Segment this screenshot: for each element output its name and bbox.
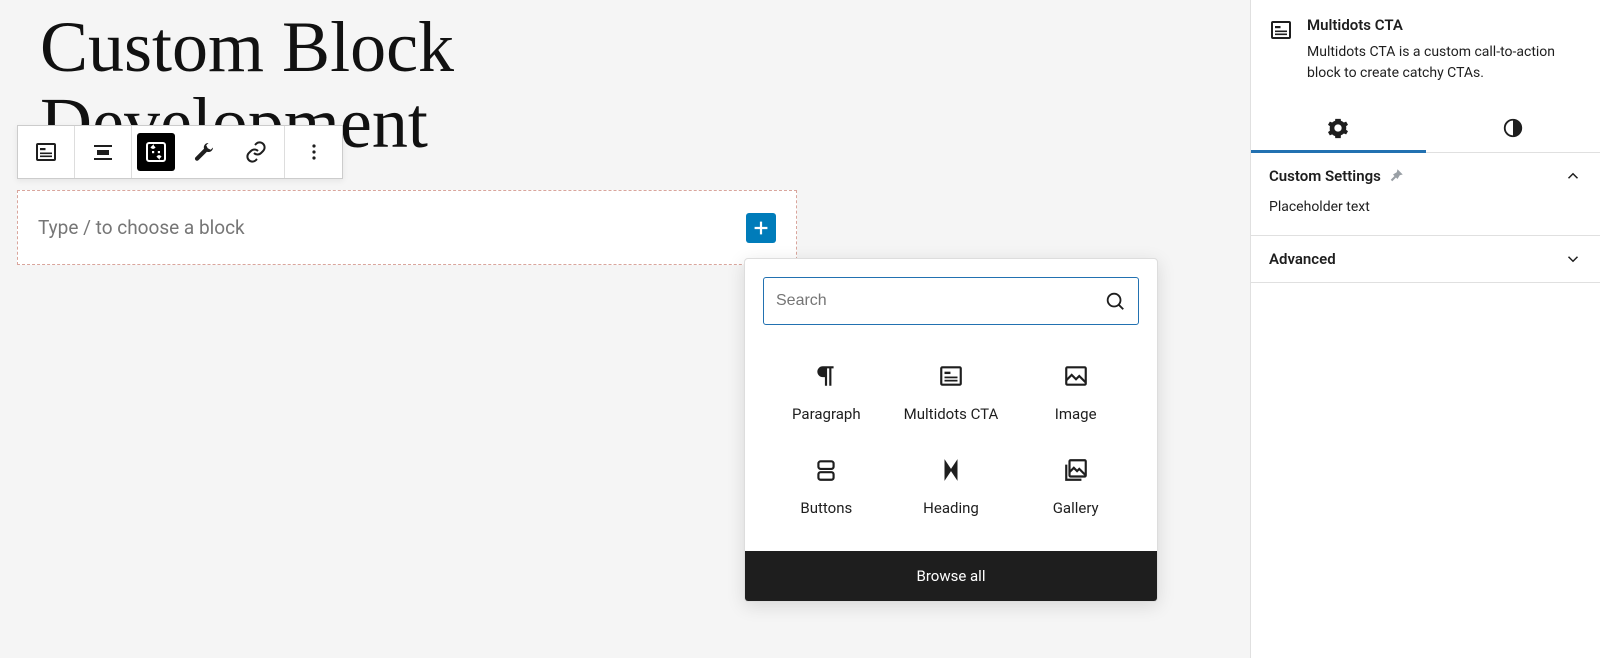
buttons-icon bbox=[813, 457, 839, 483]
inserter-grid: Paragraph Multidots CTA Image Buttons He… bbox=[745, 343, 1157, 551]
block-label: Buttons bbox=[800, 499, 852, 517]
heading-icon bbox=[938, 457, 964, 483]
block-label: Image bbox=[1055, 405, 1097, 423]
image-icon bbox=[1063, 363, 1089, 389]
cta-icon bbox=[1269, 18, 1293, 42]
block-item-heading[interactable]: Heading bbox=[894, 457, 1009, 517]
add-block-button[interactable] bbox=[746, 213, 776, 243]
pin-icon bbox=[1387, 167, 1405, 185]
block-item-paragraph[interactable]: Paragraph bbox=[769, 363, 884, 423]
plus-icon bbox=[750, 217, 772, 239]
align-icon bbox=[91, 140, 115, 164]
field-placeholder-text-label: Placeholder text bbox=[1269, 199, 1582, 215]
block-label: Multidots CTA bbox=[904, 405, 999, 423]
contrast-icon bbox=[1502, 117, 1524, 139]
block-type-icon bbox=[34, 140, 58, 164]
block-item-multidots-cta[interactable]: Multidots CTA bbox=[894, 363, 1009, 423]
panel-title-text: Custom Settings bbox=[1269, 167, 1381, 185]
block-toolbar bbox=[17, 125, 343, 179]
more-icon bbox=[302, 140, 326, 164]
chevron-up-icon bbox=[1564, 167, 1582, 185]
toolbar-move[interactable] bbox=[132, 126, 180, 178]
sidebar-block-header: Multidots CTA Multidots CTA is a custom … bbox=[1251, 0, 1600, 94]
inserter-search[interactable] bbox=[763, 277, 1139, 325]
settings-sidebar: Multidots CTA Multidots CTA is a custom … bbox=[1250, 0, 1600, 658]
block-item-image[interactable]: Image bbox=[1018, 363, 1133, 423]
toolbar-link[interactable] bbox=[228, 126, 285, 178]
gear-icon bbox=[1327, 117, 1349, 139]
link-icon bbox=[244, 140, 268, 164]
panel-title-text: Advanced bbox=[1269, 250, 1336, 268]
toolbar-block-type[interactable] bbox=[18, 126, 75, 178]
block-item-buttons[interactable]: Buttons bbox=[769, 457, 884, 517]
cta-icon bbox=[938, 363, 964, 389]
paragraph-icon bbox=[813, 363, 839, 389]
tab-settings[interactable] bbox=[1251, 104, 1426, 152]
editor-canvas: Custom Block Development Type / to choos… bbox=[0, 0, 1248, 658]
block-label: Gallery bbox=[1053, 499, 1099, 517]
panel-advanced-toggle[interactable]: Advanced bbox=[1251, 236, 1600, 282]
wrench-icon bbox=[192, 140, 216, 164]
sidebar-block-description: Multidots CTA is a custom call-to-action… bbox=[1307, 42, 1582, 84]
panel-custom-settings: Custom Settings Placeholder text bbox=[1251, 153, 1600, 236]
tab-styles[interactable] bbox=[1426, 104, 1600, 152]
block-label: Heading bbox=[923, 499, 979, 517]
move-icon bbox=[144, 140, 168, 164]
sidebar-block-title: Multidots CTA bbox=[1307, 16, 1582, 34]
search-icon bbox=[1104, 290, 1126, 312]
gallery-icon bbox=[1063, 457, 1089, 483]
panel-custom-settings-toggle[interactable]: Custom Settings bbox=[1251, 153, 1600, 199]
sidebar-tabs bbox=[1251, 104, 1600, 153]
browse-all-button[interactable]: Browse all bbox=[745, 551, 1157, 601]
block-item-gallery[interactable]: Gallery bbox=[1018, 457, 1133, 517]
panel-advanced: Advanced bbox=[1251, 236, 1600, 283]
inserter-search-wrap bbox=[745, 259, 1157, 343]
toolbar-align[interactable] bbox=[75, 126, 132, 178]
placeholder-text: Type / to choose a block bbox=[38, 216, 245, 239]
block-inserter-popover: Paragraph Multidots CTA Image Buttons He… bbox=[744, 258, 1158, 602]
toolbar-more[interactable] bbox=[285, 126, 342, 178]
toolbar-tools[interactable] bbox=[180, 126, 228, 178]
block-label: Paragraph bbox=[792, 405, 861, 423]
chevron-down-icon bbox=[1564, 250, 1582, 268]
block-placeholder[interactable]: Type / to choose a block bbox=[17, 190, 797, 265]
search-input[interactable] bbox=[776, 292, 1104, 310]
